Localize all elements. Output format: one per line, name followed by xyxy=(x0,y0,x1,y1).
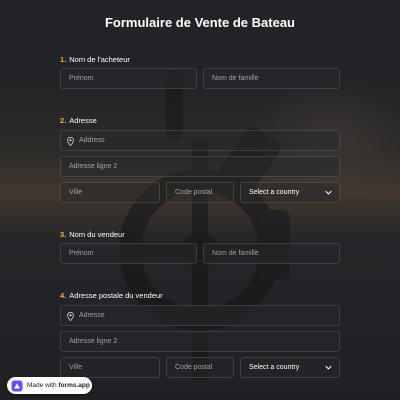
seller-city-field[interactable]: Ville xyxy=(60,357,160,378)
question-text: Adresse xyxy=(69,116,97,125)
form-title: Formulaire de Vente de Bateau xyxy=(104,15,295,30)
seller-first-name-field[interactable]: Prénom xyxy=(60,243,197,264)
location-pin-icon xyxy=(67,312,74,321)
chevron-down-icon xyxy=(325,190,332,195)
question-number: 3. xyxy=(60,230,67,239)
seller-country-select[interactable]: Select a country xyxy=(240,357,340,378)
question-number: 2. xyxy=(60,116,67,125)
location-pin-icon xyxy=(67,137,74,146)
field-placeholder: Adresse xyxy=(79,312,105,319)
select-value: Select a country xyxy=(249,364,300,371)
seller-address-field[interactable]: Adresse xyxy=(60,305,340,326)
buyer-last-name-field[interactable]: Nom de famille xyxy=(203,68,340,89)
question-number: 4. xyxy=(60,291,67,300)
badge-prefix: Made with xyxy=(27,382,57,389)
chevron-down-icon xyxy=(325,365,332,370)
made-with-forms-app-badge[interactable]: Made with forms.app xyxy=(7,377,92,394)
question-text: Nom de l'acheteur xyxy=(69,55,130,64)
buyer-postal-code-field[interactable]: Code postal xyxy=(166,182,234,203)
field-placeholder: Address xyxy=(79,137,105,144)
question-address-label: 2. Adresse xyxy=(60,116,97,125)
buyer-city-field[interactable]: Ville xyxy=(60,182,160,203)
seller-address-line2-field[interactable]: Adresse ligne 2 xyxy=(60,331,340,352)
question-buyer-name-label: 1. Nom de l'acheteur xyxy=(60,55,130,64)
buyer-address-line2-field[interactable]: Adresse ligne 2 xyxy=(60,156,340,177)
forms-app-logo-icon xyxy=(11,380,23,391)
buyer-address-field[interactable]: Address xyxy=(60,130,340,151)
select-value: Select a country xyxy=(249,189,300,196)
badge-brand: forms.app xyxy=(58,382,90,389)
badge-text: Made with forms.app xyxy=(27,382,90,389)
question-text: Nom du vendeur xyxy=(69,230,125,239)
question-seller-postal-address-label: 4. Adresse postale du vendeur xyxy=(60,291,163,300)
question-text: Adresse postale du vendeur xyxy=(69,291,163,300)
seller-postal-code-field[interactable]: Code postal xyxy=(166,357,234,378)
seller-last-name-field[interactable]: Nom de famille xyxy=(203,243,340,264)
buyer-first-name-field[interactable]: Prénom xyxy=(60,68,197,89)
question-number: 1. xyxy=(60,55,67,64)
question-seller-name-label: 3. Nom du vendeur xyxy=(60,230,125,239)
buyer-country-select[interactable]: Select a country xyxy=(240,182,340,203)
boat-sale-form: Formulaire de Vente de Bateau 1. Nom de l… xyxy=(0,0,400,400)
